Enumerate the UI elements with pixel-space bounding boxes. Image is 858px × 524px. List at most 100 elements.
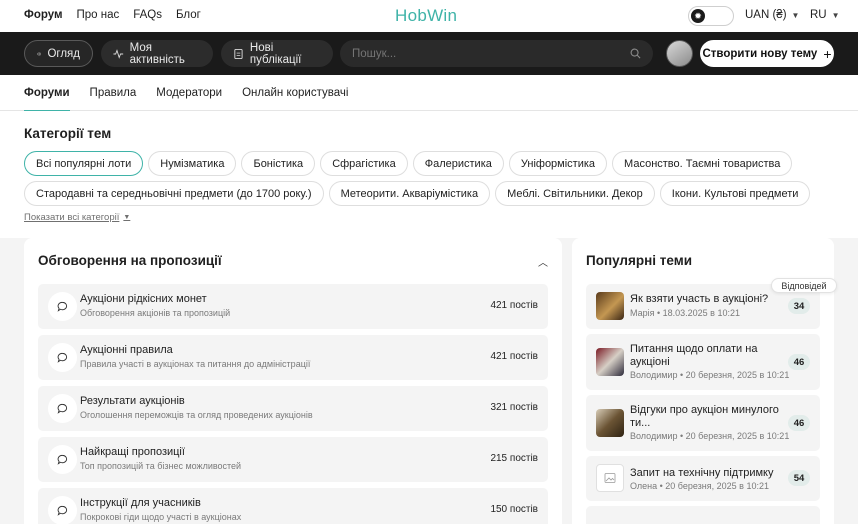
topic-author: Олена xyxy=(630,481,658,491)
nav-forum-link[interactable]: Форум xyxy=(24,9,62,21)
list-item[interactable]: Запит на технічну підтримку Олена • 20 б… xyxy=(586,456,820,501)
theme-toggle[interactable]: ✹ xyxy=(688,6,734,26)
search-icon[interactable] xyxy=(630,48,641,59)
category-chip[interactable]: Фалеристика xyxy=(412,151,504,176)
tab-online-users[interactable]: Онлайн користувачі xyxy=(242,87,348,99)
category-chip[interactable]: Всі популярні лоти xyxy=(24,151,144,176)
topic-post-count: 150 постів xyxy=(490,504,538,515)
topic-thumbnail xyxy=(596,409,624,437)
list-item[interactable]: Питання щодо оплати на аукціоні Володими… xyxy=(586,334,820,390)
search-box xyxy=(340,40,653,67)
topic-date: 20 березня, 2025 в 10:21 xyxy=(685,431,790,441)
logo[interactable]: HobWin xyxy=(395,6,457,26)
categories-title: Категорії тем xyxy=(24,126,112,141)
show-all-label: Показати всі категорії xyxy=(24,212,120,223)
discussions-panel: Обговорення на пропозиції ︿ Аукціони рід… xyxy=(24,238,562,524)
plus-icon: + xyxy=(823,45,832,62)
topic-post-count: 421 постів xyxy=(490,351,538,362)
top-nav: Форум Про нас FAQs Блог xyxy=(24,9,201,21)
discussions-title: Обговорення на пропозиції xyxy=(38,253,222,268)
tab-moderators[interactable]: Модератори xyxy=(156,87,222,99)
create-topic-label: Створити нову тему xyxy=(702,47,818,60)
my-activity-button[interactable]: Моя активність xyxy=(101,40,213,67)
overview-button[interactable]: Огляд xyxy=(24,40,93,67)
reply-count-badge: 54 xyxy=(788,470,810,486)
category-chip[interactable]: Метеорити. Акваріумістика xyxy=(328,181,491,206)
topic-post-count: 215 постів xyxy=(490,453,538,464)
tab-forums[interactable]: Форуми xyxy=(24,87,70,112)
topic-title: Відгуки про аукціон минулого ти... xyxy=(630,404,779,429)
currency-selector[interactable]: UAN (₴) ▼ xyxy=(745,9,799,21)
topic-description: Оголошення переможців та огляд проведени… xyxy=(80,410,313,420)
image-placeholder-icon xyxy=(596,464,624,492)
currency-label: UAN (₴) xyxy=(745,9,787,21)
category-chip[interactable]: Боністика xyxy=(241,151,316,176)
category-chip[interactable]: Сфрагістика xyxy=(320,151,408,176)
nav-about-link[interactable]: Про нас xyxy=(76,9,119,21)
topic-meta: Володимир • 20 березня, 2025 в 10:21 xyxy=(630,370,790,380)
chevron-down-icon: ▼ xyxy=(123,214,131,221)
chat-icon xyxy=(48,445,77,474)
search-input[interactable] xyxy=(352,47,612,60)
reply-count-badge: 46 xyxy=(788,415,810,431)
top-bar: Форум Про нас FAQs Блог HobWin ✹ UAN (₴)… xyxy=(0,0,858,32)
show-all-categories-link[interactable]: Показати всі категорії ▼ xyxy=(24,212,130,223)
topic-name: Інструкції для учасників xyxy=(80,497,201,509)
categories-section: Категорії тем Всі популярні лоти Нумізма… xyxy=(0,111,858,238)
category-chip[interactable]: Нумізматика xyxy=(148,151,237,176)
activity-icon xyxy=(113,48,124,59)
topic-description: Покрокові гіди щодо участі в аукціонах xyxy=(80,512,242,522)
chevron-down-icon: ▼ xyxy=(831,10,840,20)
nav-blog-link[interactable]: Блог xyxy=(176,9,201,21)
list-item[interactable]: Відгуки про аукціон минулого ти... Волод… xyxy=(586,395,820,451)
popular-title: Популярні теми xyxy=(586,253,693,268)
list-item[interactable]: Результати аукціонів Оголошення переможц… xyxy=(38,386,548,431)
topic-meta: Олена • 20 березня, 2025 в 10:21 xyxy=(630,481,769,491)
list-item[interactable]: Аукціони рідкісних монет Обговорення акц… xyxy=(38,284,548,329)
topic-name: Результати аукціонів xyxy=(80,395,185,407)
new-posts-button[interactable]: Нові публікації xyxy=(221,40,333,67)
topic-meta: Володимир • 20 березня, 2025 в 10:21 xyxy=(630,431,790,441)
list-item[interactable] xyxy=(586,506,820,524)
topic-author: Володимир xyxy=(630,370,678,380)
topic-description: Топ пропозицій та бізнес можливостей xyxy=(80,461,242,471)
topic-date: 20 березня, 2025 в 10:21 xyxy=(685,370,790,380)
topic-title: Питання щодо оплати на аукціоні xyxy=(630,343,758,368)
topic-date: 20 березня, 2025 в 10:21 xyxy=(665,481,769,491)
topic-thumbnail xyxy=(596,292,624,320)
topic-name: Аукціонні правила xyxy=(80,344,173,356)
topic-name: Аукціони рідкісних монет xyxy=(80,293,207,305)
topic-post-count: 421 постів xyxy=(490,300,538,311)
chevron-up-icon[interactable]: ︿ xyxy=(538,254,548,269)
topic-title: Як взяти участь в аукціоні? xyxy=(630,293,769,305)
list-item[interactable]: Інструкції для учасників Покрокові гіди … xyxy=(38,488,548,524)
reply-count-badge: 34 xyxy=(788,298,810,314)
topic-date: 18.03.2025 в 10:21 xyxy=(662,308,740,318)
category-chip[interactable]: Меблі. Світильники. Декор xyxy=(495,181,655,206)
topic-author: Володимир xyxy=(630,431,678,441)
create-topic-button[interactable]: Створити нову тему + xyxy=(700,40,834,67)
topic-name: Найкращі пропозиції xyxy=(80,446,185,458)
list-item[interactable]: Аукціонні правила Правила участі в аукці… xyxy=(38,335,548,380)
category-chip[interactable]: Ікони. Культові предмети xyxy=(659,181,811,206)
chat-icon xyxy=(48,394,77,423)
nav-faqs-link[interactable]: FAQs xyxy=(133,9,162,21)
topic-thumbnail xyxy=(596,348,624,376)
chevron-down-icon: ▼ xyxy=(791,10,800,20)
forum-tabs: Форуми Правила Модератори Онлайн користу… xyxy=(0,75,858,112)
category-chip[interactable]: Масонство. Таємні товариства xyxy=(612,151,793,176)
replies-tooltip: Відповідей xyxy=(771,278,837,293)
tab-rules[interactable]: Правила xyxy=(90,87,137,99)
chat-icon xyxy=(48,343,77,372)
category-chip[interactable]: Уніформістика xyxy=(508,151,608,176)
topic-title: Запит на технічну підтримку xyxy=(630,467,774,479)
chat-icon xyxy=(48,496,77,524)
sun-icon: ✹ xyxy=(691,9,705,23)
document-icon xyxy=(234,48,243,59)
category-chip[interactable]: Стародавні та середньовічні предмети (до… xyxy=(24,181,324,206)
language-selector[interactable]: RU ▼ xyxy=(810,9,840,21)
topic-author: Марія xyxy=(630,308,655,318)
list-item[interactable]: Найкращі пропозиції Топ пропозицій та бі… xyxy=(38,437,548,482)
user-avatar[interactable] xyxy=(666,40,693,67)
overview-label: Огляд xyxy=(47,47,80,60)
